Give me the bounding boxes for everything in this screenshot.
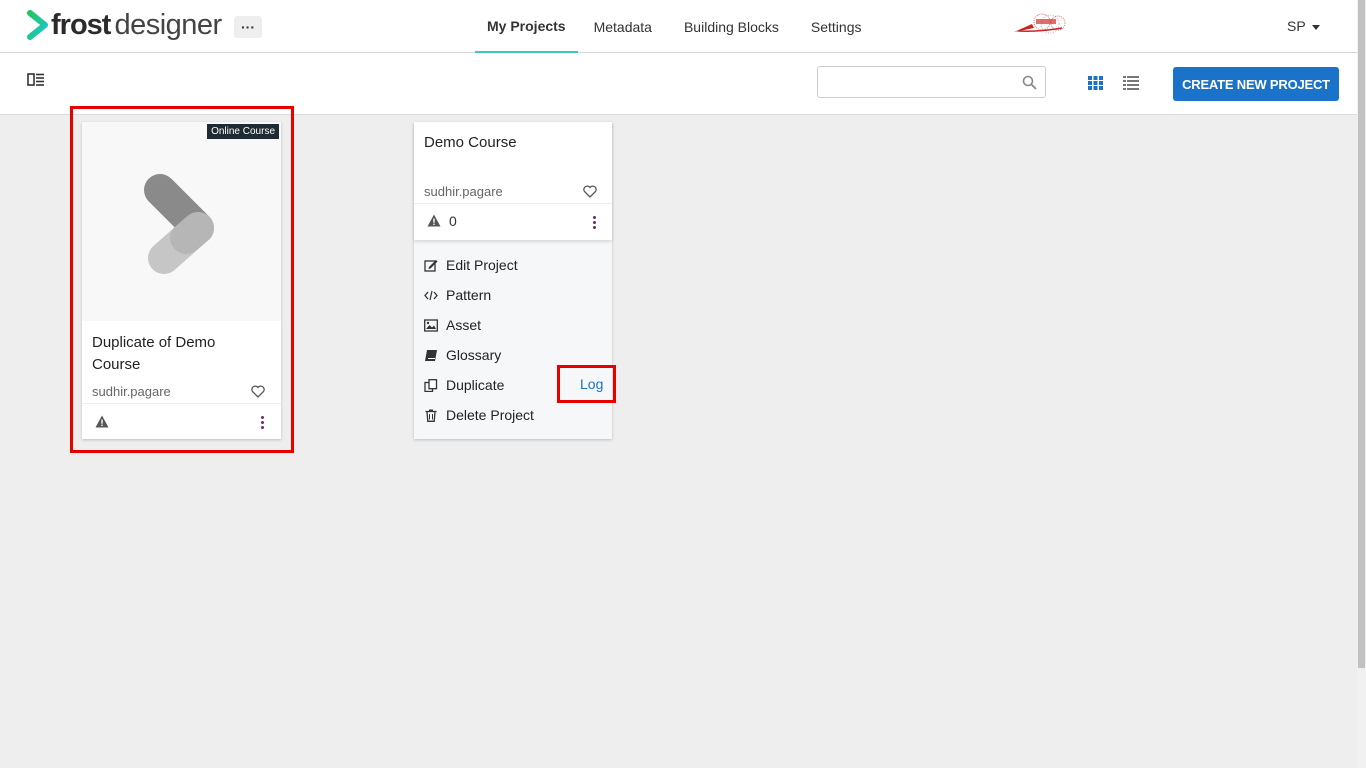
- log-link[interactable]: Log: [580, 376, 603, 392]
- menu-item-label: Pattern: [446, 287, 492, 303]
- project-title[interactable]: Demo Course: [424, 132, 517, 154]
- warning-count: 0: [449, 213, 457, 229]
- nav-my-projects[interactable]: My Projects: [475, 0, 578, 53]
- project-card-header: Demo Course sudhir.pagare 0: [414, 122, 612, 240]
- project-author: sudhir.pagare: [424, 184, 503, 199]
- user-initials: SP: [1287, 18, 1306, 34]
- book-icon: [425, 349, 437, 361]
- warning-icon: [95, 415, 109, 428]
- code-icon: [424, 290, 438, 300]
- main-nav: My Projects Metadata Building Blocks Set…: [475, 0, 878, 53]
- menu-item-label: Duplicate: [446, 377, 505, 393]
- favorite-heart-icon[interactable]: [251, 385, 265, 398]
- favorite-heart-icon[interactable]: [583, 185, 597, 198]
- project-card-footer: [82, 403, 281, 439]
- menu-item-label: Delete Project: [446, 407, 534, 423]
- search-icon[interactable]: [1022, 75, 1037, 90]
- user-menu[interactable]: SP: [1287, 18, 1320, 34]
- project-author: sudhir.pagare: [92, 384, 171, 399]
- create-new-project-button[interactable]: CREATE NEW PROJECT: [1173, 67, 1339, 101]
- top-nav-bar: frost designer ··· My Projects Metadata …: [0, 0, 1357, 53]
- more-options-button[interactable]: ···: [234, 16, 262, 38]
- menu-duplicate[interactable]: Duplicate: [424, 377, 504, 393]
- app-logo[interactable]: frost designer: [26, 8, 222, 42]
- nav-metadata[interactable]: Metadata: [578, 0, 668, 53]
- search-box: [817, 66, 1046, 98]
- project-options-kebab-icon[interactable]: [593, 216, 597, 230]
- brand-stamp-icon: [1014, 13, 1066, 34]
- caret-down-icon: [1311, 24, 1320, 30]
- menu-item-label: Asset: [446, 317, 482, 333]
- logo-chevron-icon: [27, 10, 48, 40]
- menu-item-label: Glossary: [446, 347, 502, 363]
- project-options-kebab-icon[interactable]: [261, 416, 265, 430]
- list-view-icon[interactable]: [1123, 76, 1139, 90]
- course-type-badge: Online Course: [207, 124, 279, 139]
- project-title[interactable]: Duplicate of Demo Course: [92, 332, 262, 376]
- nav-building-blocks[interactable]: Building Blocks: [668, 0, 795, 53]
- menu-item-label: Edit Project: [446, 257, 518, 273]
- logo-text-designer: designer: [114, 8, 222, 41]
- logo-text-frost: frost: [51, 8, 111, 41]
- frost-chevron-placeholder-icon: [144, 174, 214, 274]
- nav-settings[interactable]: Settings: [795, 0, 878, 53]
- menu-edit-project[interactable]: Edit Project: [424, 257, 518, 273]
- warning-icon: [427, 214, 441, 227]
- trash-icon: [425, 409, 437, 422]
- image-icon: [424, 318, 438, 332]
- panel-toggle-icon[interactable]: [27, 72, 45, 88]
- project-card-footer: 0: [414, 203, 612, 239]
- project-thumbnail[interactable]: Online Course: [82, 122, 281, 321]
- scrollbar-thumb[interactable]: [1358, 0, 1365, 668]
- page-scrollbar[interactable]: [1357, 0, 1366, 768]
- project-card[interactable]: Online Course Duplicate of Demo Course s…: [82, 122, 281, 439]
- grid-view-icon[interactable]: [1088, 76, 1103, 90]
- copy-icon: [424, 378, 438, 392]
- menu-asset[interactable]: Asset: [424, 317, 481, 333]
- menu-pattern[interactable]: Pattern: [424, 287, 491, 303]
- edit-icon: [424, 259, 438, 272]
- menu-glossary[interactable]: Glossary: [424, 347, 501, 363]
- search-input[interactable]: [818, 67, 1013, 97]
- menu-delete-project[interactable]: Delete Project: [424, 407, 534, 423]
